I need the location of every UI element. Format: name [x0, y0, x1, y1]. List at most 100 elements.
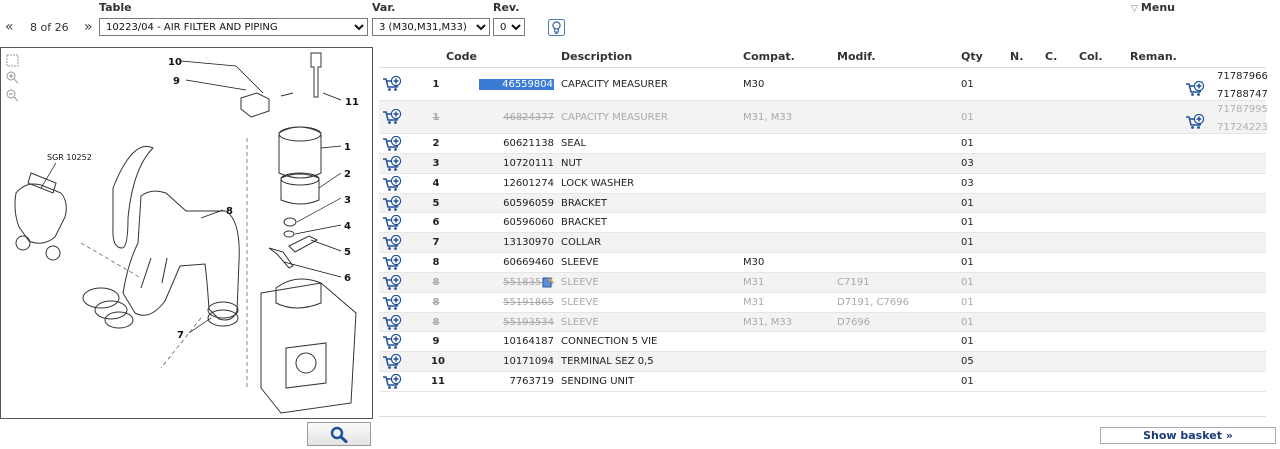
row-code[interactable]: 60596060: [479, 217, 554, 228]
note-icon[interactable]: [542, 276, 554, 288]
add-to-basket-icon[interactable]: [382, 235, 402, 251]
add-to-basket-icon[interactable]: [382, 314, 402, 331]
reman-code[interactable]: 71787995: [1217, 103, 1268, 117]
callout-11: 11: [345, 97, 359, 108]
exploded-diagram-panel: 10 9 11 1 2 3 4 5 6 7 8 SGR 10252: [0, 47, 373, 419]
add-to-basket-icon[interactable]: [382, 109, 402, 125]
row-description: SEAL: [561, 138, 587, 149]
row-code[interactable]: 7763719: [479, 376, 554, 387]
add-to-basket-icon[interactable]: [382, 294, 402, 311]
search-icon: [330, 426, 348, 443]
add-to-basket-icon[interactable]: [382, 155, 402, 172]
callout-1: 1: [344, 142, 351, 153]
table-row: 7 13130970 COLLAR 01: [379, 233, 1266, 254]
reman-code[interactable]: 71724223: [1217, 121, 1268, 135]
table-select[interactable]: 10223/04 - AIR FILTER AND PIPING: [99, 18, 368, 36]
row-code[interactable]: 60596059: [479, 198, 554, 209]
table-row: 8 55183555 SLEEVE M31 C7191 01: [379, 272, 1266, 293]
prev-table-button[interactable]: «: [5, 19, 14, 35]
reman-code[interactable]: 71788747: [1217, 88, 1268, 102]
row-compat: M31: [743, 296, 765, 308]
row-qty: 01: [961, 197, 974, 209]
row-position: 8: [432, 257, 440, 269]
row-position: 5: [432, 197, 440, 209]
row-code[interactable]: 46559804: [479, 79, 554, 90]
reman-code[interactable]: 71787966: [1217, 70, 1268, 84]
row-code[interactable]: 60669460: [479, 257, 554, 268]
add-to-basket-icon[interactable]: [382, 76, 402, 92]
lightbulb-icon[interactable]: [548, 19, 565, 36]
table-header: Code Description Compat. Modif. Qty N. C…: [379, 46, 1266, 68]
table-row: 8 55193534 SLEEVE M31, M33 D7696 01: [379, 312, 1266, 333]
menu-link[interactable]: ▽ Menu: [1131, 1, 1175, 14]
table-row: 8 55191865 SLEEVE M31 D7191, C7696 01: [379, 293, 1266, 313]
row-code[interactable]: 46824377: [479, 112, 554, 123]
row-compat: M31, M33: [743, 112, 793, 123]
row-qty: 05: [961, 356, 974, 368]
table-body: 1 46559804 CAPACITY MEASURER M30 01 71787966…: [379, 68, 1268, 392]
row-qty: 03: [961, 177, 974, 189]
add-to-basket-icon[interactable]: [382, 334, 402, 350]
var-label: Var.: [372, 1, 396, 14]
parts-diagram: 10 9 11 1 2 3 4 5 6 7 8 SGR 10252: [14, 52, 359, 414]
top-labels: Table Var. Rev.: [0, 0, 1280, 14]
table-row: 6 60596060 BRACKET 01: [379, 213, 1266, 234]
callout-2: 2: [344, 169, 351, 180]
row-qty: 01: [961, 257, 974, 269]
add-to-basket-icon[interactable]: [382, 136, 402, 152]
add-reman-to-basket-icon[interactable]: [1185, 114, 1205, 130]
callout-4: 4: [344, 221, 351, 232]
col-qty: Qty: [961, 50, 983, 63]
next-table-button[interactable]: »: [84, 19, 93, 35]
row-description: SLEEVE: [561, 257, 599, 269]
callout-5: 5: [344, 247, 351, 258]
add-reman-to-basket-icon[interactable]: [1185, 81, 1205, 97]
table-label: Table: [99, 1, 132, 14]
row-description: TERMINAL SEZ 0,5: [561, 356, 654, 368]
row-compat: M30: [743, 79, 765, 90]
row-position: 8: [432, 276, 440, 288]
row-description: COLLAR: [561, 237, 602, 249]
add-to-basket-icon[interactable]: [382, 374, 402, 390]
row-qty: 01: [961, 138, 974, 149]
row-qty: 01: [961, 276, 974, 288]
add-to-basket-icon[interactable]: [382, 274, 402, 291]
table-row: 8 60669460 SLEEVE M30 01: [379, 253, 1266, 273]
add-to-basket-icon[interactable]: [382, 215, 402, 231]
add-to-basket-icon[interactable]: [382, 175, 402, 192]
show-basket-button[interactable]: Show basket »: [1100, 427, 1276, 444]
table-row: 4 12601274 LOCK WASHER 03: [379, 174, 1266, 194]
callout-3: 3: [344, 195, 351, 206]
row-qty: 03: [961, 157, 974, 169]
col-compat: Compat.: [743, 50, 795, 63]
row-description: CAPACITY MEASURER: [561, 79, 668, 90]
add-to-basket-icon[interactable]: [382, 195, 402, 212]
col-code: Code: [446, 50, 477, 63]
page-count: 8 of 26: [30, 21, 69, 34]
row-code[interactable]: 55191865: [479, 297, 554, 308]
table-row: 3 10720111 NUT 03: [379, 153, 1266, 174]
callout-9: 9: [173, 76, 180, 87]
row-position: 8: [432, 316, 440, 328]
row-code[interactable]: 10164187: [479, 336, 554, 347]
row-position: 9: [432, 336, 440, 348]
row-code[interactable]: 10720111: [479, 158, 554, 169]
revision-select[interactable]: 0: [493, 18, 525, 36]
row-description: SLEEVE: [561, 296, 599, 308]
table-row: 9 10164187 CONNECTION 5 VIE 01: [379, 332, 1266, 353]
row-code[interactable]: 12601274: [479, 178, 554, 189]
add-to-basket-icon[interactable]: [382, 354, 402, 370]
row-code[interactable]: 10171094: [479, 356, 554, 367]
variant-select[interactable]: 3 (M30,M31,M33): [372, 18, 490, 36]
row-code[interactable]: 55193534: [479, 317, 554, 328]
image-search-button[interactable]: [307, 422, 371, 446]
row-code[interactable]: 60621138: [479, 138, 554, 149]
add-to-basket-icon[interactable]: [382, 255, 402, 271]
row-compat: M31: [743, 276, 765, 288]
row-code[interactable]: 13130970: [479, 237, 554, 248]
row-position: 8: [432, 296, 440, 308]
callout-8: 8: [226, 206, 233, 217]
row-modif: D7696: [837, 316, 871, 328]
row-description: SLEEVE: [561, 316, 599, 328]
table-row: 1 46559804 CAPACITY MEASURER M30 01 71787966…: [379, 68, 1268, 102]
